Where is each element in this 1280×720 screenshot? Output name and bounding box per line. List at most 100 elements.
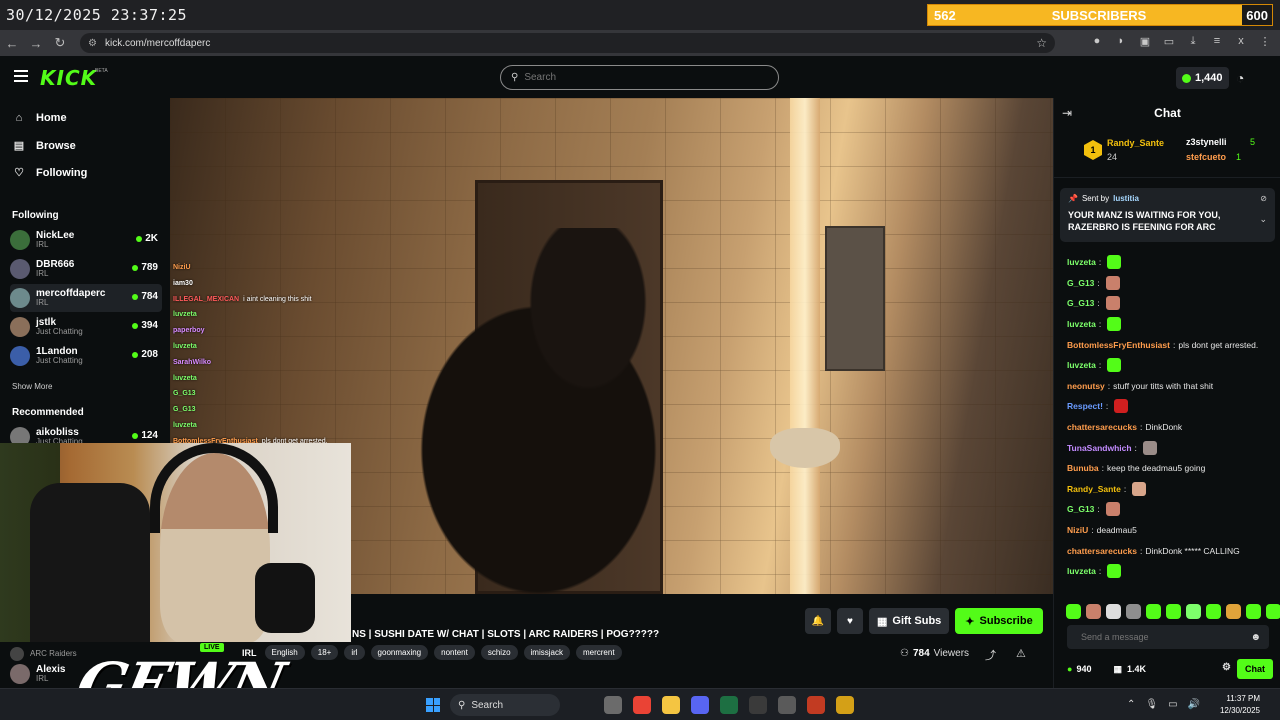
leaderboard-first-name[interactable]: Randy_Sante [1107, 138, 1164, 148]
obs-icon[interactable] [749, 696, 767, 714]
menu-dots-icon[interactable]: ⋮ [1258, 34, 1272, 48]
subscribe-button[interactable]: ✦ Subscribe [955, 608, 1043, 634]
chat-message-input[interactable] [1081, 632, 1241, 642]
chat-username[interactable]: G_G13 [1067, 298, 1094, 308]
chat-message[interactable]: luvzeta: [1067, 561, 1272, 582]
chat-message[interactable]: chattersarecucks: DinkDonk ***** CALLING [1067, 540, 1272, 561]
excel-icon[interactable] [720, 696, 738, 714]
chat-username[interactable]: luvzeta [1067, 319, 1096, 329]
emoji-picker-icon[interactable]: ☻ [1250, 632, 1261, 643]
extension-icon[interactable]: ● [1090, 34, 1104, 48]
chat-message[interactable]: G_G13: [1067, 499, 1272, 520]
tag-chip[interactable]: nontent [434, 645, 475, 660]
reading-list-icon[interactable]: ≡ [1210, 34, 1224, 48]
hide-pin-icon[interactable]: ⊘ [1260, 194, 1267, 203]
leaderboard-third-name[interactable]: stefcueto [1186, 152, 1226, 162]
chat-message[interactable]: G_G13: [1067, 273, 1272, 294]
taskbar-search[interactable]: ⚲ Search [450, 694, 560, 716]
chat-username[interactable]: G_G13 [1067, 504, 1094, 514]
taskbar-clock[interactable]: 11:37 PM 12/30/2025 [1220, 693, 1260, 717]
microphone-icon[interactable]: 🎙 [1145, 699, 1158, 710]
chat-message[interactable]: G_G13: [1067, 293, 1272, 314]
emote-button[interactable] [1266, 604, 1280, 619]
search-box[interactable]: ⚲ [500, 65, 779, 90]
following-channel-nicklee[interactable]: NickLee IRL 2K [10, 226, 162, 254]
tag-chip[interactable]: 18+ [310, 645, 339, 660]
chrome-icon[interactable] [633, 696, 651, 714]
tag-chip[interactable]: mercrent [575, 645, 622, 660]
following-channel-dbr666[interactable]: DBR666 IRL 789 [10, 255, 162, 283]
pinned-message[interactable]: 📌 Sent by lustitia YOUR MANZ IS WAITING … [1060, 188, 1275, 242]
chat-username[interactable]: Respect! [1067, 401, 1103, 411]
extension-icon[interactable]: ◗ [1114, 34, 1128, 48]
chat-username[interactable]: neonutsy [1067, 381, 1105, 391]
following-channel-mercoffdaperc[interactable]: mercoffdaperc IRL 784 [10, 284, 162, 312]
chat-message[interactable]: Respect!: [1067, 396, 1272, 417]
kicks-balance-button[interactable]: 1,440 [1176, 67, 1229, 89]
emote-button[interactable] [1106, 604, 1121, 619]
emote-button[interactable] [1066, 604, 1081, 619]
emote-button[interactable] [1226, 604, 1241, 619]
chat-username[interactable]: luvzeta [1067, 566, 1096, 576]
follow-heart-button[interactable]: ♥ [837, 608, 863, 634]
emote-button[interactable] [1186, 604, 1201, 619]
chat-username[interactable]: chattersarecucks [1067, 546, 1137, 556]
reload-icon[interactable]: ↻ [48, 35, 72, 51]
kick-logo[interactable]: KICK [40, 66, 97, 90]
emote-button[interactable] [1146, 604, 1161, 619]
tag-chip[interactable]: goonmaxing [370, 645, 429, 660]
chat-message[interactable]: chattersarecucks: DinkDonk [1067, 417, 1272, 438]
nav-home[interactable]: ⌂ Home [12, 112, 67, 124]
following-channel-jstlk[interactable]: jstlk Just Chatting 394 [10, 313, 162, 341]
chat-message[interactable]: NiziU: deadmau5 [1067, 520, 1272, 541]
chat-username[interactable]: G_G13 [1067, 278, 1094, 288]
clock-app-icon[interactable] [778, 696, 796, 714]
chat-settings-gear-icon[interactable]: ⚙ [1222, 662, 1231, 673]
chat-input-box[interactable]: ☻ [1067, 625, 1269, 649]
chat-message[interactable]: TunaSandwhich: [1067, 437, 1272, 458]
file-explorer-icon[interactable] [662, 696, 680, 714]
following-channel-1landon[interactable]: 1Landon Just Chatting 208 [10, 342, 162, 370]
nav-following[interactable]: ♡ Following [12, 166, 87, 180]
cast-icon[interactable]: ▭ [1162, 34, 1176, 48]
bookmark-star-icon[interactable]: ☆ [1036, 36, 1047, 50]
volume-icon[interactable]: 🔊 [1188, 699, 1200, 710]
emote-button[interactable] [1166, 604, 1181, 619]
network-icon[interactable]: ▭ [1168, 699, 1177, 710]
gift-subs-button[interactable]: ▦ Gift Subs [869, 608, 950, 634]
nav-browse[interactable]: ▤ Browse [12, 139, 76, 153]
emote-button[interactable] [1086, 604, 1101, 619]
user-avatar-icon[interactable]: ◔ [1236, 70, 1244, 86]
site-info-icon[interactable]: ⚙ [88, 38, 97, 49]
address-bar[interactable]: ⚙ kick.com/mercoffdaperc ☆ [80, 33, 1055, 53]
notification-bell-button[interactable]: 🔔 [805, 608, 831, 634]
chat-username[interactable]: luvzeta [1067, 257, 1096, 267]
chat-username[interactable]: luvzeta [1067, 360, 1096, 370]
show-more-link[interactable]: Show More [12, 382, 52, 391]
share-icon[interactable]: ⤴ [985, 647, 996, 663]
chat-username[interactable]: Bunuba [1067, 463, 1099, 473]
tag-chip[interactable]: imissjack [523, 645, 570, 660]
leaderboard-second-name[interactable]: z3stynelli [1186, 137, 1227, 147]
report-flag-icon[interactable]: ⚠ [1016, 647, 1026, 660]
pinned-sender[interactable]: lustitia [1113, 194, 1139, 203]
chevron-down-icon[interactable]: ⌄ [1259, 214, 1267, 225]
app-icon[interactable] [807, 696, 825, 714]
chat-username[interactable]: chattersarecucks [1067, 422, 1137, 432]
chat-username[interactable]: NiziU [1067, 525, 1088, 535]
chat-message[interactable]: luvzeta: [1067, 314, 1272, 335]
emote-button[interactable] [1206, 604, 1221, 619]
send-chat-button[interactable]: Chat [1237, 659, 1273, 679]
search-input[interactable] [524, 72, 745, 83]
chat-username[interactable]: Randy_Sante [1067, 484, 1121, 494]
windows-start-icon[interactable] [426, 698, 440, 712]
task-view-icon[interactable] [604, 696, 622, 714]
chat-message[interactable]: Bunuba: keep the deadmau5 going [1067, 458, 1272, 479]
forward-arrow-icon[interactable]: → [24, 36, 48, 51]
tag-chip[interactable]: irl [344, 645, 365, 660]
chat-message[interactable]: BottomlessFryEnthusiast: pls dont get arr… [1067, 334, 1272, 355]
app-icon[interactable] [836, 696, 854, 714]
emote-button[interactable] [1126, 604, 1141, 619]
chevron-up-icon[interactable]: ⌃ [1127, 699, 1135, 710]
extensions-puzzle-icon[interactable]: ▣ [1138, 34, 1152, 48]
